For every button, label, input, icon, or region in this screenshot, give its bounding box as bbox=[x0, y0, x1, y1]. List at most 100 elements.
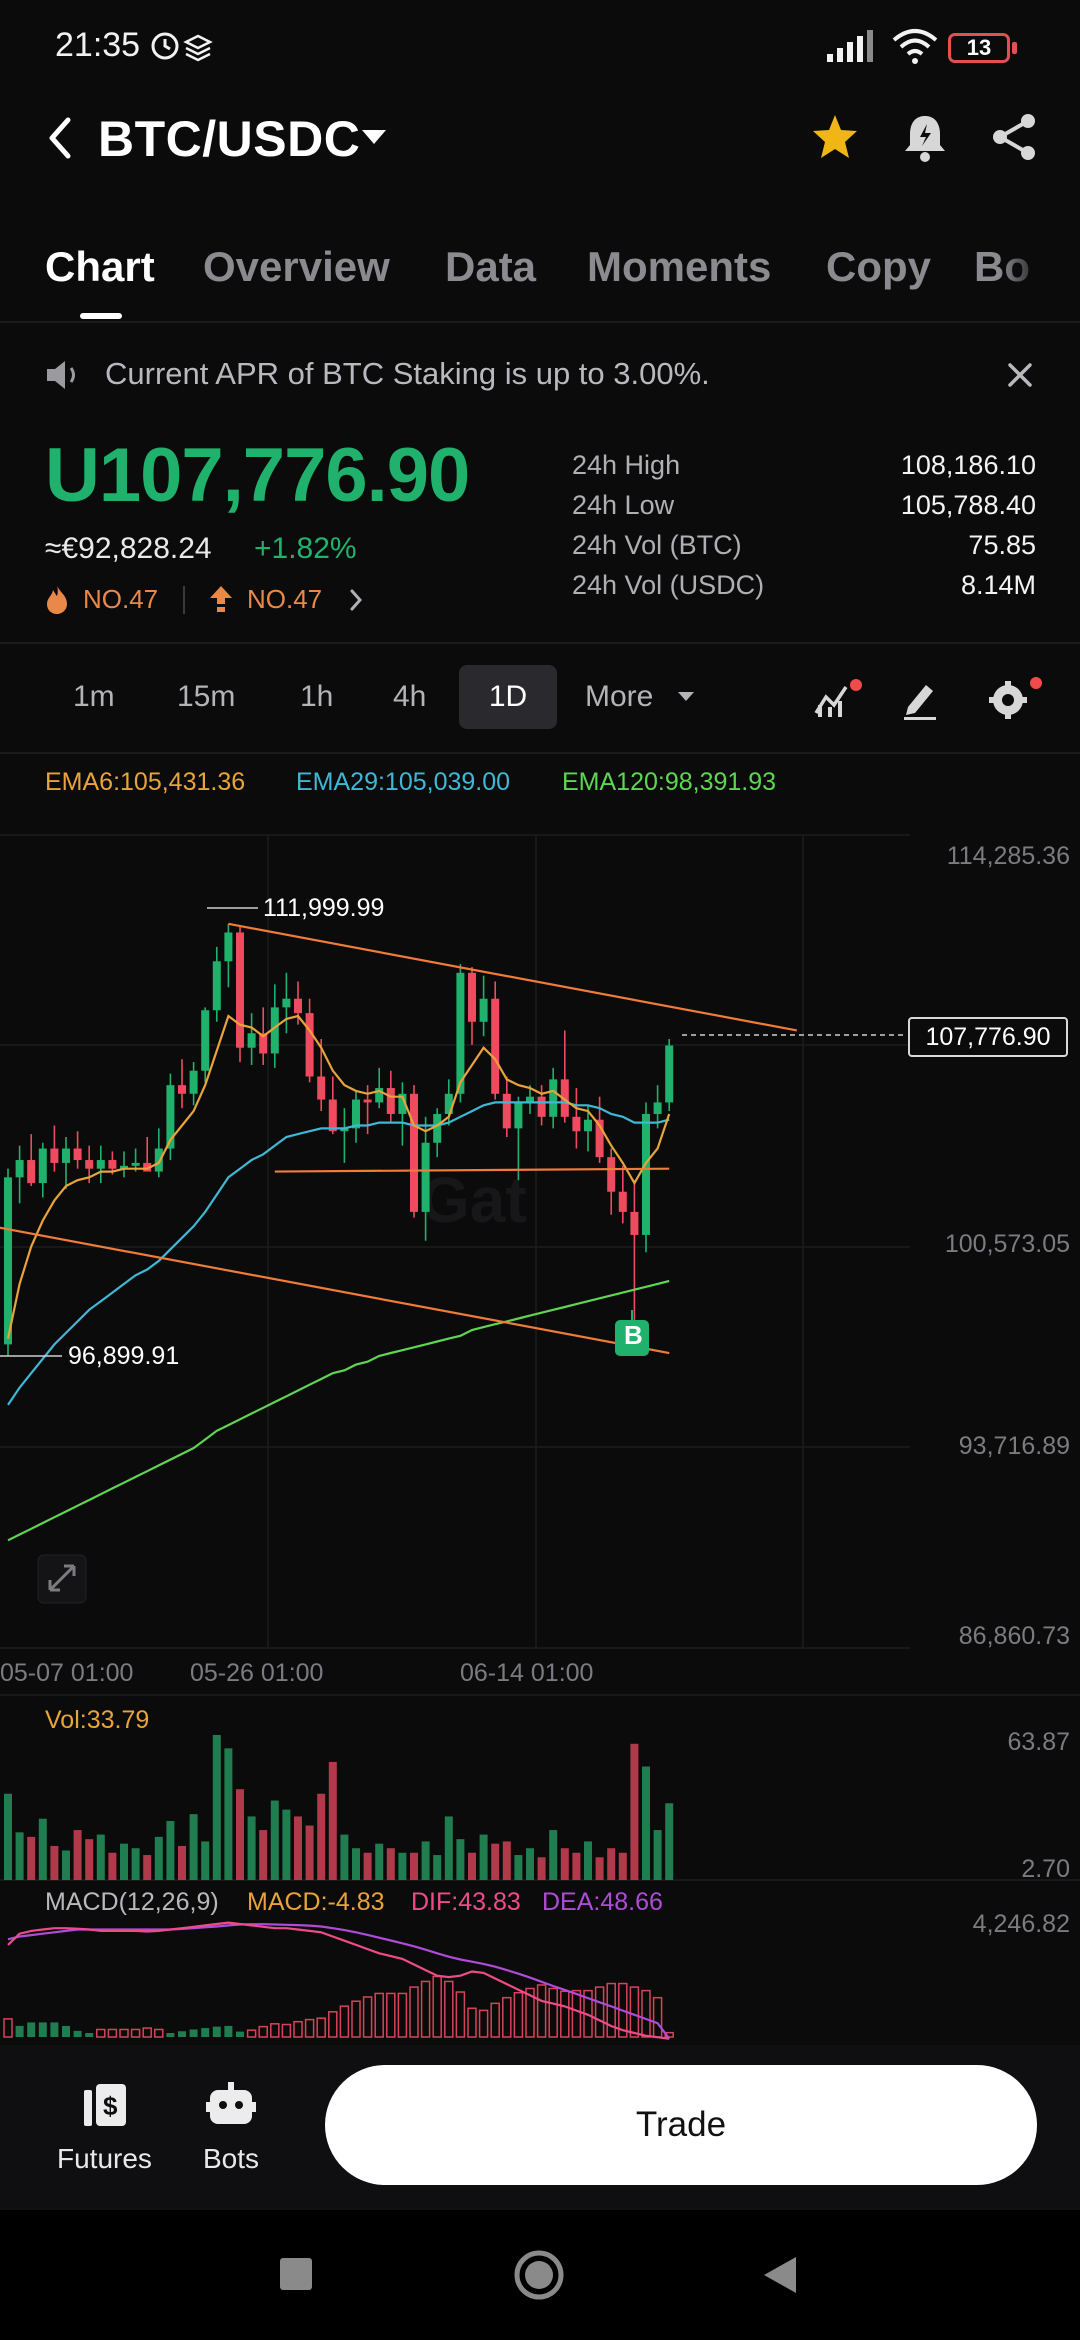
macd-histogram-bar bbox=[224, 2025, 233, 2037]
volume-bar bbox=[491, 1843, 500, 1880]
volume-bar bbox=[73, 1830, 82, 1880]
drawing-pen-icon[interactable] bbox=[900, 677, 940, 721]
macd-histogram-bar bbox=[201, 2028, 210, 2037]
chevron-right-icon[interactable] bbox=[348, 588, 364, 612]
home-icon[interactable] bbox=[512, 2248, 566, 2302]
candle-body bbox=[665, 1045, 674, 1103]
favorite-star-icon[interactable] bbox=[810, 112, 860, 162]
volume-bar bbox=[282, 1809, 291, 1880]
volume-legend: Vol:33.79 bbox=[45, 1706, 150, 1734]
tab-data[interactable]: Data bbox=[445, 243, 536, 291]
volume-bar bbox=[642, 1766, 650, 1880]
macd-histogram-bar bbox=[444, 1980, 454, 2038]
interval-1m[interactable]: 1m bbox=[73, 680, 115, 714]
tab-fade bbox=[1000, 230, 1080, 310]
macd-histogram-bar bbox=[50, 2022, 59, 2037]
candle-body bbox=[38, 1148, 47, 1184]
candle-body bbox=[502, 1093, 511, 1129]
tab-moments[interactable]: Moments bbox=[587, 243, 771, 291]
speaker-icon bbox=[47, 361, 75, 389]
tab-copy[interactable]: Copy bbox=[826, 243, 931, 291]
volume-bar bbox=[120, 1843, 128, 1880]
candle-body bbox=[96, 1160, 105, 1169]
price-change-percent: +1.82% bbox=[254, 532, 357, 565]
futures-label[interactable]: Futures bbox=[57, 2143, 152, 2175]
macd-dea-line bbox=[7, 1923, 671, 2040]
share-icon[interactable] bbox=[990, 112, 1040, 162]
volume-bar bbox=[352, 1848, 360, 1880]
macd-histogram-bar bbox=[212, 2026, 221, 2037]
interval-1h[interactable]: 1h bbox=[300, 680, 333, 714]
candle-body bbox=[410, 1093, 418, 1212]
indicators-icon[interactable] bbox=[812, 677, 864, 721]
macd-title: MACD(12,26,9) bbox=[45, 1888, 219, 1916]
volume-bar bbox=[189, 1814, 198, 1880]
tab-overview[interactable]: Overview bbox=[203, 243, 390, 291]
recents-icon[interactable] bbox=[280, 2258, 312, 2290]
volume-bar bbox=[154, 1836, 163, 1880]
candlestick-chart[interactable]: Gat bbox=[0, 800, 1080, 2045]
tab-chart[interactable]: Chart bbox=[45, 243, 155, 291]
macd-histogram-bar bbox=[432, 1975, 442, 2038]
volume-bar bbox=[294, 1816, 302, 1880]
interval-4h[interactable]: 4h bbox=[393, 680, 426, 714]
candle-body bbox=[653, 1102, 662, 1114]
volume-bar bbox=[595, 1857, 604, 1880]
volume-bar bbox=[62, 1850, 70, 1880]
candle-body bbox=[363, 1099, 372, 1103]
stat-24h-high-label: 24h High bbox=[572, 450, 681, 480]
macd-histogram-bar bbox=[560, 1990, 570, 2038]
trade-button[interactable]: Trade bbox=[325, 2065, 1037, 2185]
macd-histogram-bar bbox=[386, 1992, 396, 2038]
macd-histogram-bar bbox=[397, 1992, 408, 2038]
candle-body bbox=[212, 961, 221, 1011]
volume-bar bbox=[456, 1839, 465, 1880]
close-icon[interactable] bbox=[1006, 361, 1034, 389]
interval-15m[interactable]: 15m bbox=[177, 680, 235, 714]
price-alert-bell-icon[interactable] bbox=[902, 112, 948, 164]
macd-histogram-bar bbox=[189, 2029, 198, 2037]
macd-histogram-bar bbox=[178, 2031, 186, 2037]
macd-histogram-bar bbox=[281, 2023, 292, 2038]
back-icon[interactable] bbox=[44, 116, 76, 160]
candle-body bbox=[328, 1099, 337, 1132]
volume-bar bbox=[4, 1793, 12, 1880]
volume-bar bbox=[375, 1843, 384, 1880]
macd-histogram-bar bbox=[27, 2022, 36, 2037]
candle-body bbox=[108, 1160, 117, 1169]
volume-bar bbox=[607, 1848, 616, 1880]
volume-bar bbox=[479, 1834, 488, 1880]
volume-bar bbox=[433, 1855, 442, 1880]
buy-marker-label[interactable]: B bbox=[624, 1320, 643, 1351]
gainers-rank[interactable]: NO.47 bbox=[247, 584, 322, 615]
pair-dropdown-icon[interactable] bbox=[360, 128, 388, 148]
stat-24h-vol-usdc-value: 8.14M bbox=[960, 570, 1036, 600]
announcement-text[interactable]: Current APR of BTC Staking is up to 3.00… bbox=[105, 356, 710, 392]
volume-bar bbox=[96, 1834, 105, 1880]
watermark-logo: Gat bbox=[420, 1164, 527, 1236]
macd-histogram-bar bbox=[270, 2023, 280, 2038]
y-axis-label-1: 114,285.36 bbox=[946, 842, 1070, 870]
more-dropdown-icon[interactable] bbox=[676, 690, 696, 704]
back-nav-icon[interactable] bbox=[760, 2254, 800, 2296]
interval-more[interactable]: More bbox=[585, 680, 653, 714]
volume-bar bbox=[363, 1852, 372, 1880]
candle-body bbox=[607, 1157, 616, 1192]
candle-body bbox=[201, 1010, 210, 1071]
hot-rank[interactable]: NO.47 bbox=[83, 584, 158, 615]
candle-body bbox=[549, 1079, 558, 1117]
interval-1d[interactable]: 1D bbox=[459, 680, 557, 714]
futures-icon[interactable]: $ bbox=[80, 2080, 130, 2130]
volume-bar bbox=[201, 1841, 210, 1880]
macd-histogram-bar bbox=[594, 1986, 605, 2038]
last-price-tag: 107,776.90 bbox=[908, 1017, 1068, 1057]
bots-icon[interactable] bbox=[206, 2080, 256, 2130]
pair-title[interactable]: BTC/USDC bbox=[98, 110, 360, 168]
volume-bar bbox=[270, 1800, 279, 1880]
macd-histogram-bar bbox=[96, 2028, 106, 2038]
macd-histogram-bar bbox=[328, 2011, 338, 2038]
settings-gear-icon[interactable] bbox=[986, 675, 1044, 721]
bots-label[interactable]: Bots bbox=[203, 2143, 259, 2175]
volume-bar bbox=[340, 1834, 349, 1880]
price-divider bbox=[0, 642, 1080, 644]
